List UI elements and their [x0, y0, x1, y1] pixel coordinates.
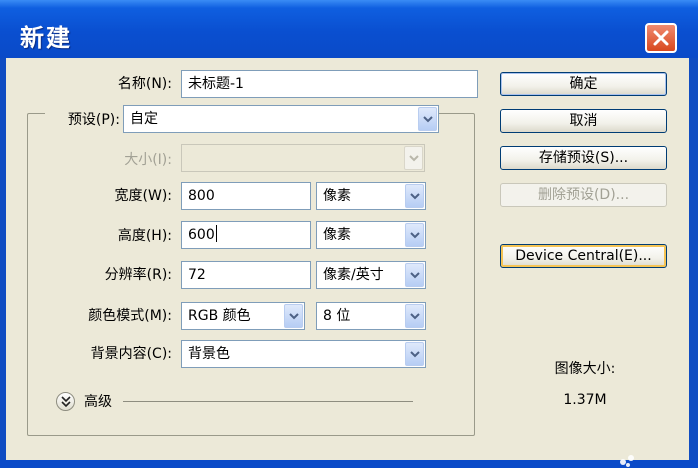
window-bottom-border	[0, 460, 698, 468]
background-value: 背景色	[188, 346, 230, 362]
width-unit-dropdown[interactable]: 像素	[316, 182, 426, 210]
save-preset-button[interactable]: 存储预设(S)...	[500, 146, 667, 170]
delete-preset-button: 删除预设(D)...	[500, 183, 667, 207]
chevron-down-icon	[409, 155, 419, 162]
width-unit-value: 像素	[323, 188, 351, 204]
title-bar[interactable]: 新建	[0, 0, 698, 58]
resolution-unit-value: 像素/英寸	[323, 267, 384, 283]
advanced-divider	[123, 401, 413, 402]
chevron-down-icon	[410, 232, 420, 239]
bit-depth-dropdown-button[interactable]	[405, 304, 424, 328]
color-mode-label: 颜色模式(M):	[88, 308, 172, 324]
width-input[interactable]: 800	[181, 182, 311, 210]
preset-label: 预设(P):	[45, 110, 123, 130]
resolution-unit-dropdown-button[interactable]	[405, 263, 424, 287]
height-value: 600	[188, 227, 215, 243]
background-dropdown-button[interactable]	[405, 342, 424, 366]
chevron-down-icon	[410, 272, 420, 279]
chevron-down-icon	[410, 313, 420, 320]
bit-depth-dropdown[interactable]: 8 位	[316, 302, 426, 330]
chevron-down-icon	[289, 313, 299, 320]
chevron-down-icon	[410, 351, 420, 358]
close-button[interactable]	[645, 23, 677, 53]
preset-value: 自定	[130, 111, 158, 127]
double-chevron-down-icon	[61, 396, 71, 408]
name-input[interactable]: 未标题-1	[181, 70, 478, 98]
height-unit-value: 像素	[323, 227, 351, 243]
watermark-icon	[620, 455, 634, 467]
text-caret	[215, 225, 217, 242]
resolution-value: 72	[188, 267, 206, 283]
dialog-title: 新建	[20, 24, 72, 52]
name-input-value: 未标题-1	[188, 76, 244, 92]
device-central-button[interactable]: Device Central(E)...	[500, 244, 667, 268]
chevron-down-icon	[410, 193, 420, 200]
size-label: 大小(I):	[124, 152, 172, 168]
height-input[interactable]: 600	[181, 221, 311, 249]
advanced-toggle-button[interactable]	[56, 392, 75, 411]
width-label: 宽度(W):	[114, 188, 172, 204]
preset-dropdown-button[interactable]	[418, 107, 437, 131]
bit-depth-value: 8 位	[323, 308, 351, 324]
color-mode-value: RGB 颜色	[188, 308, 251, 324]
color-mode-dropdown[interactable]: RGB 颜色	[181, 302, 305, 330]
resolution-label: 分辨率(R):	[104, 267, 172, 283]
height-unit-dropdown-button[interactable]	[405, 223, 424, 247]
preset-dropdown[interactable]: 自定	[123, 105, 439, 133]
image-size-value: 1.37M	[563, 392, 607, 408]
resolution-unit-dropdown[interactable]: 像素/英寸	[316, 261, 426, 289]
height-unit-dropdown[interactable]: 像素	[316, 221, 426, 249]
background-label: 背景内容(C):	[90, 346, 172, 362]
ok-button[interactable]: 确定	[500, 72, 667, 96]
advanced-label[interactable]: 高级	[84, 392, 112, 412]
resolution-input[interactable]: 72	[181, 261, 311, 289]
size-dropdown	[181, 144, 425, 172]
image-size-label: 图像大小:	[554, 361, 616, 377]
chevron-down-icon	[423, 116, 433, 123]
name-label: 名称(N):	[117, 76, 172, 92]
cancel-button[interactable]: 取消	[500, 109, 667, 133]
close-icon	[653, 30, 669, 46]
size-dropdown-button	[404, 146, 423, 170]
height-label: 高度(H):	[117, 228, 172, 244]
color-mode-dropdown-button[interactable]	[284, 304, 303, 328]
width-unit-dropdown-button[interactable]	[405, 184, 424, 208]
width-value: 800	[188, 188, 215, 204]
background-dropdown[interactable]: 背景色	[181, 340, 426, 368]
